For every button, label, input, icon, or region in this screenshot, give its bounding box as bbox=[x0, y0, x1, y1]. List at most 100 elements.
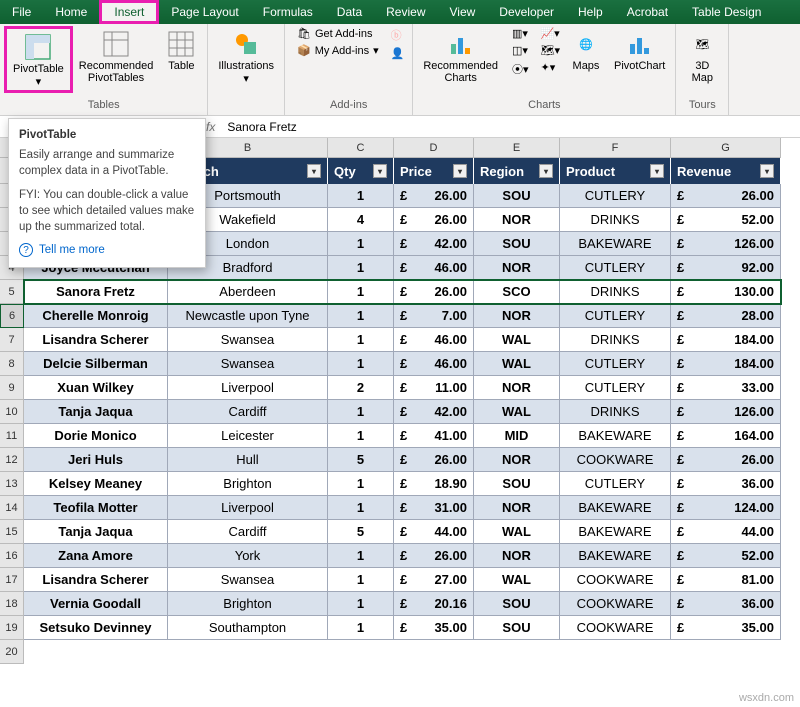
row-header[interactable]: 6 bbox=[0, 304, 24, 328]
cell[interactable]: £164.00 bbox=[671, 424, 781, 448]
row-header[interactable]: 12 bbox=[0, 448, 24, 472]
cell[interactable]: £52.00 bbox=[671, 544, 781, 568]
illustrations-button[interactable]: Illustrations ▾ bbox=[212, 26, 280, 87]
cell[interactable]: BAKEWARE bbox=[560, 496, 671, 520]
cell[interactable]: £28.00 bbox=[671, 304, 781, 328]
cell[interactable]: Newcastle upon Tyne bbox=[168, 304, 328, 328]
cell[interactable]: CUTLERY bbox=[560, 352, 671, 376]
row-header[interactable]: 8 bbox=[0, 352, 24, 376]
cell[interactable]: Setsuko Devinney bbox=[24, 616, 168, 640]
pivot-chart-button[interactable]: PivotChart bbox=[608, 26, 671, 74]
filter-button[interactable]: ▾ bbox=[539, 164, 553, 178]
column-chart-button[interactable]: ▥▾ bbox=[508, 26, 533, 41]
table-row[interactable]: Tanja JaquaCardiff1£42.00WALDRINKS£126.0… bbox=[24, 400, 781, 424]
cell[interactable]: CUTLERY bbox=[560, 184, 671, 208]
filter-button[interactable]: ▾ bbox=[650, 164, 664, 178]
row-header[interactable]: 9 bbox=[0, 376, 24, 400]
cell[interactable]: WAL bbox=[474, 520, 560, 544]
cell[interactable]: DRINKS bbox=[560, 280, 671, 304]
cell[interactable]: 5 bbox=[328, 520, 394, 544]
cell[interactable]: Brighton bbox=[168, 592, 328, 616]
cell[interactable]: Brighton bbox=[168, 472, 328, 496]
cell[interactable]: 4 bbox=[328, 208, 394, 232]
tab-insert[interactable]: Insert bbox=[99, 0, 159, 24]
scatter-chart-button[interactable]: ⦿▾ bbox=[508, 60, 533, 78]
cell[interactable]: DRINKS bbox=[560, 328, 671, 352]
cell[interactable]: 1 bbox=[328, 280, 394, 304]
col-header[interactable]: D bbox=[394, 138, 474, 158]
cell[interactable]: BAKEWARE bbox=[560, 520, 671, 544]
formula-input[interactable] bbox=[221, 118, 800, 136]
row-header[interactable]: 18 bbox=[0, 592, 24, 616]
cell[interactable]: Jeri Huls bbox=[24, 448, 168, 472]
row-header[interactable]: 14 bbox=[0, 496, 24, 520]
tab-acrobat[interactable]: Acrobat bbox=[615, 0, 680, 24]
cell[interactable]: NOR bbox=[474, 208, 560, 232]
row-header[interactable]: 5 bbox=[0, 280, 24, 304]
cell[interactable]: Liverpool bbox=[168, 376, 328, 400]
row-header[interactable]: 19 bbox=[0, 616, 24, 640]
tab-data[interactable]: Data bbox=[325, 0, 374, 24]
cell[interactable]: BAKEWARE bbox=[560, 232, 671, 256]
cell[interactable]: Tanja Jaqua bbox=[24, 400, 168, 424]
filter-button[interactable]: ▾ bbox=[453, 164, 467, 178]
cell[interactable]: £184.00 bbox=[671, 328, 781, 352]
cell[interactable]: £7.00 bbox=[394, 304, 474, 328]
map-chart-button[interactable]: 🗺▾ bbox=[536, 43, 564, 58]
tab-home[interactable]: Home bbox=[43, 0, 99, 24]
cell[interactable]: £26.00 bbox=[394, 280, 474, 304]
3d-map-button[interactable]: 🗺 3D Map bbox=[680, 26, 724, 86]
table-row[interactable]: Zana AmoreYork1£26.00NORBAKEWARE£52.00 bbox=[24, 544, 781, 568]
tab-formulas[interactable]: Formulas bbox=[251, 0, 325, 24]
cell[interactable]: COOKWARE bbox=[560, 616, 671, 640]
tell-me-more-link[interactable]: ? Tell me more bbox=[19, 243, 195, 257]
cell[interactable]: £26.00 bbox=[394, 184, 474, 208]
cell[interactable]: Teofila Motter bbox=[24, 496, 168, 520]
hierarchy-chart-button[interactable]: ◫▾ bbox=[508, 43, 533, 58]
cell[interactable]: £26.00 bbox=[394, 208, 474, 232]
row-header[interactable]: 16 bbox=[0, 544, 24, 568]
cell[interactable]: 1 bbox=[328, 496, 394, 520]
filter-button[interactable]: ▾ bbox=[307, 164, 321, 178]
table-row[interactable]: Sanora FretzAberdeen1£26.00SCODRINKS£130… bbox=[24, 280, 781, 304]
table-row[interactable]: Delcie SilbermanSwansea1£46.00WALCUTLERY… bbox=[24, 352, 781, 376]
recommended-pivot-button[interactable]: Recommended PivotTables bbox=[73, 26, 160, 86]
cell[interactable]: £130.00 bbox=[671, 280, 781, 304]
col-header[interactable]: C bbox=[328, 138, 394, 158]
row-header[interactable]: 7 bbox=[0, 328, 24, 352]
cell[interactable]: Dorie Monico bbox=[24, 424, 168, 448]
cell[interactable]: £46.00 bbox=[394, 256, 474, 280]
cell[interactable]: £44.00 bbox=[671, 520, 781, 544]
cell[interactable]: 1 bbox=[328, 328, 394, 352]
tab-file[interactable]: File bbox=[0, 0, 43, 24]
cell[interactable]: £26.00 bbox=[394, 448, 474, 472]
table-row[interactable]: Jeri HulsHull5£26.00NORCOOKWARE£26.00 bbox=[24, 448, 781, 472]
cell[interactable]: DRINKS bbox=[560, 400, 671, 424]
table-row[interactable]: Dorie MonicoLeicester1£41.00MIDBAKEWARE£… bbox=[24, 424, 781, 448]
cell[interactable]: Delcie Silberman bbox=[24, 352, 168, 376]
cell[interactable]: Zana Amore bbox=[24, 544, 168, 568]
cell[interactable]: COOKWARE bbox=[560, 448, 671, 472]
line-chart-button[interactable]: 📈▾ bbox=[536, 26, 564, 41]
row-header[interactable]: 13 bbox=[0, 472, 24, 496]
cell[interactable]: £81.00 bbox=[671, 568, 781, 592]
cell[interactable]: CUTLERY bbox=[560, 256, 671, 280]
cell[interactable]: SOU bbox=[474, 592, 560, 616]
cell[interactable]: £35.00 bbox=[394, 616, 474, 640]
cell[interactable]: CUTLERY bbox=[560, 304, 671, 328]
cell[interactable]: Swansea bbox=[168, 568, 328, 592]
cell[interactable]: Southampton bbox=[168, 616, 328, 640]
cell[interactable]: Leicester bbox=[168, 424, 328, 448]
tab-view[interactable]: View bbox=[438, 0, 488, 24]
col-header[interactable]: E bbox=[474, 138, 560, 158]
table-row[interactable]: Teofila MotterLiverpool1£31.00NORBAKEWAR… bbox=[24, 496, 781, 520]
cell[interactable]: Lisandra Scherer bbox=[24, 568, 168, 592]
cell[interactable]: Liverpool bbox=[168, 496, 328, 520]
cell[interactable]: 1 bbox=[328, 184, 394, 208]
cell[interactable]: Tanja Jaqua bbox=[24, 520, 168, 544]
cell[interactable]: Kelsey Meaney bbox=[24, 472, 168, 496]
cell[interactable]: 1 bbox=[328, 352, 394, 376]
table-row[interactable]: Lisandra SchererSwansea1£27.00WALCOOKWAR… bbox=[24, 568, 781, 592]
cell[interactable]: £18.90 bbox=[394, 472, 474, 496]
cell[interactable]: DRINKS bbox=[560, 208, 671, 232]
